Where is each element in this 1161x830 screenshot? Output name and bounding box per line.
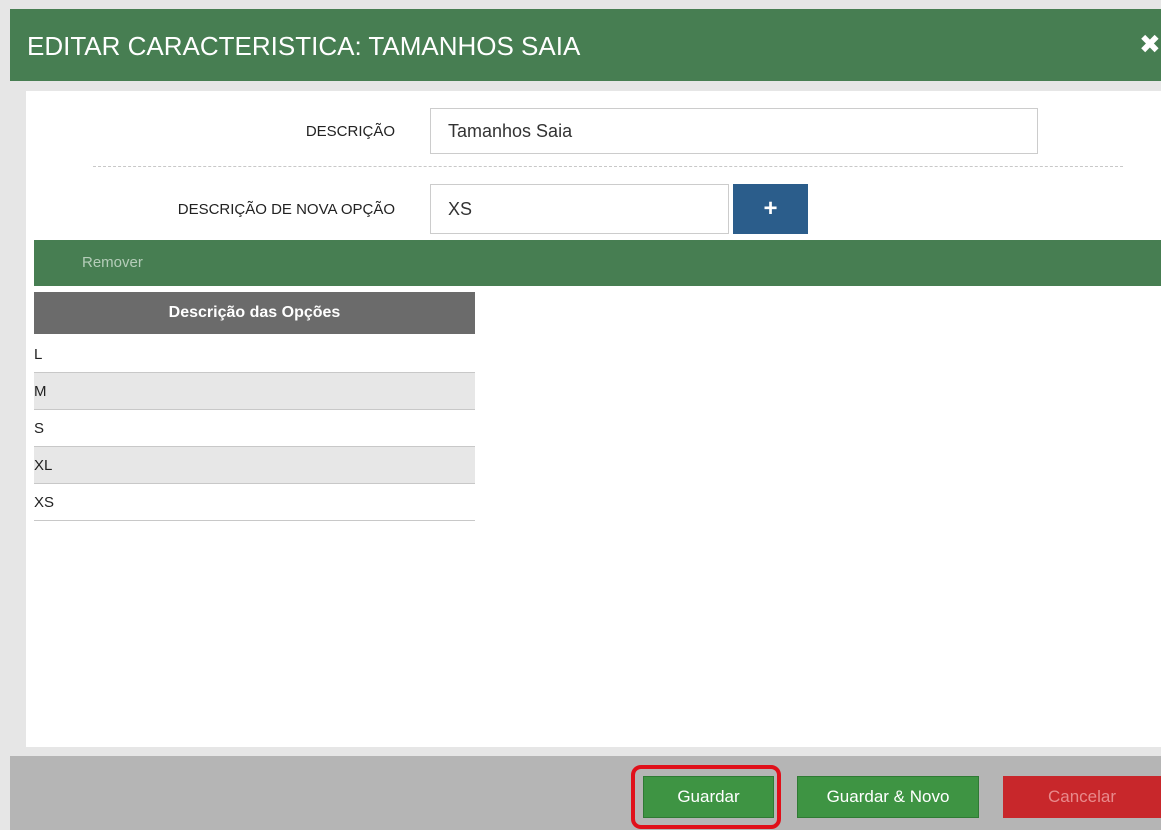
options-toolbar: Remover xyxy=(34,240,1161,286)
close-icon[interactable]: ✖ xyxy=(1139,30,1161,58)
dialog-content: DESCRIÇÃO DESCRIÇÃO DE NOVA OPÇÃO + Remo… xyxy=(26,91,1161,747)
table-row-xs[interactable]: XS xyxy=(34,484,475,521)
options-table: Descrição das Opções L M S XL XS xyxy=(34,292,475,521)
table-row-l[interactable]: L xyxy=(34,336,475,373)
table-row-xl[interactable]: XL xyxy=(34,447,475,484)
save-button[interactable]: Guardar xyxy=(643,776,774,818)
table-row-m[interactable]: M xyxy=(34,373,475,410)
dialog-footer: Guardar Guardar & Novo Cancelar xyxy=(10,756,1161,830)
add-option-button[interactable]: + xyxy=(733,184,808,234)
remove-button[interactable]: Remover xyxy=(82,254,143,271)
dialog-title: EDITAR CARACTERISTICA: TAMANHOS SAIA xyxy=(27,31,581,61)
new-option-label: DESCRIÇÃO DE NOVA OPÇÃO xyxy=(177,201,395,218)
table-row-s[interactable]: S xyxy=(34,410,475,447)
dialog-titlebar: EDITAR CARACTERISTICA: TAMANHOS SAIA ✖ xyxy=(10,9,1161,81)
save-and-new-button[interactable]: Guardar & Novo xyxy=(797,776,979,818)
edit-characteristic-dialog: EDITAR CARACTERISTICA: TAMANHOS SAIA ✖ D… xyxy=(10,9,1161,830)
cancel-button[interactable]: Cancelar xyxy=(1003,776,1161,818)
new-option-input[interactable] xyxy=(430,184,729,234)
description-label: DESCRIÇÃO xyxy=(305,123,395,140)
plus-icon: + xyxy=(763,195,778,222)
options-table-header: Descrição das Opções xyxy=(34,292,475,336)
description-input[interactable] xyxy=(430,108,1038,154)
form-divider xyxy=(93,166,1123,167)
